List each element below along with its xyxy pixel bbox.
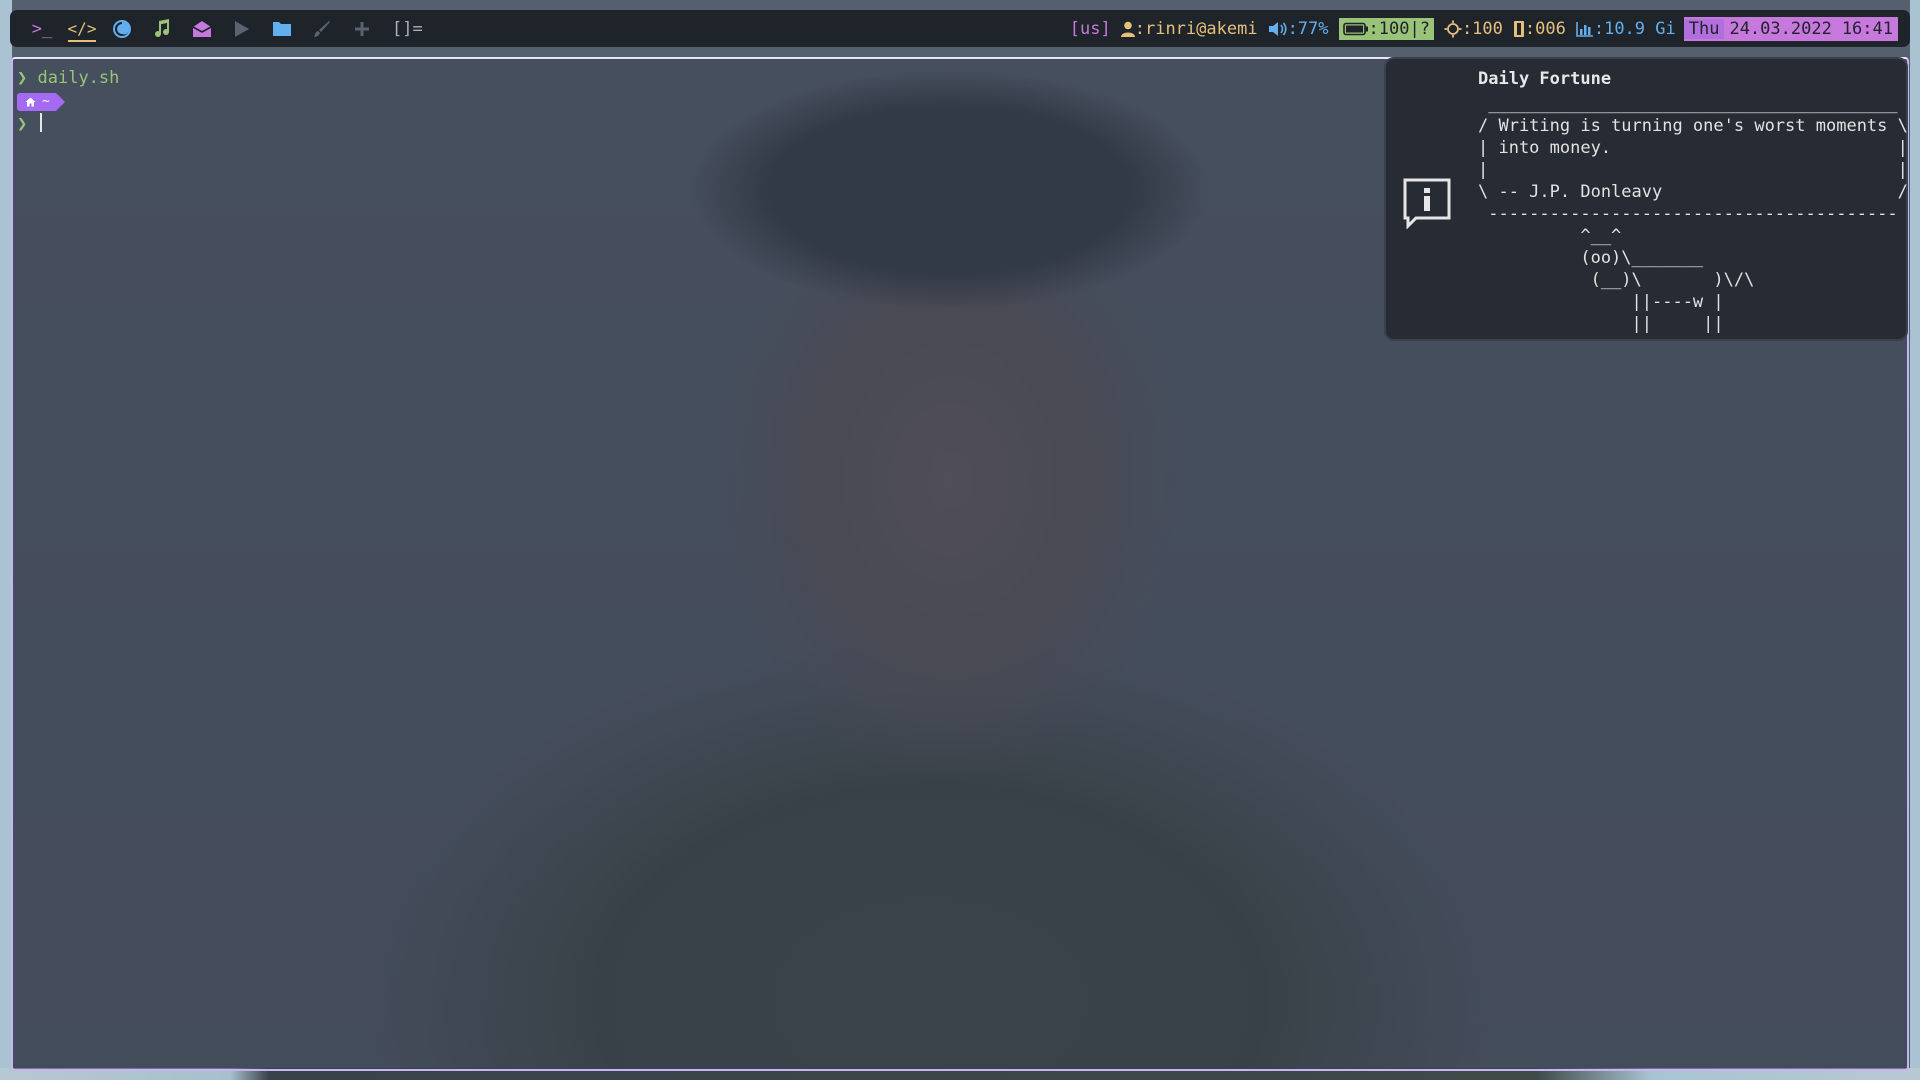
volume-value: :77%	[1287, 18, 1329, 39]
workspace-extra[interactable]	[342, 10, 382, 47]
brightness-icon	[1444, 20, 1462, 37]
plus-icon	[355, 21, 369, 36]
workspace-browser[interactable]	[102, 10, 142, 47]
home-icon	[25, 97, 36, 107]
battery-icon	[1342, 22, 1368, 35]
folder-icon	[273, 22, 291, 36]
disk-value: :10.9 Gi	[1593, 18, 1676, 39]
firefox-icon	[113, 19, 131, 38]
workspace-media[interactable]	[222, 10, 262, 47]
code-icon: </>	[67, 19, 97, 38]
terminal-icon: >_	[31, 18, 53, 39]
terminal-prompt-line[interactable]: ❯	[17, 113, 42, 135]
path-text: ~	[42, 94, 50, 109]
path-badge: ~	[17, 93, 65, 111]
volume-icon	[1268, 21, 1287, 36]
clock-date: 24.03.2022	[1729, 18, 1832, 39]
status-modules: [us] :rinri@akemi :77%:100|?:100:006 …	[1060, 16, 1898, 41]
layout-indicator[interactable]: []=	[392, 19, 423, 39]
clock[interactable]: Thu 24.03.2022 16:41	[1683, 16, 1898, 41]
status-bar: >_ </> []= [us]:rinri@akemi:77%:100|?…	[10, 10, 1910, 47]
info-icon	[1403, 178, 1451, 229]
workspace-terminal[interactable]: >_	[22, 10, 62, 47]
workspace-list: >_ </>	[22, 10, 382, 47]
workspace-mail[interactable]	[182, 10, 222, 47]
memory-value: :006	[1524, 18, 1566, 39]
brush-icon	[314, 20, 330, 37]
terminal-command: daily.sh	[37, 68, 120, 88]
music-note-icon	[155, 18, 170, 37]
workspace-graphics[interactable]	[302, 10, 342, 47]
notification-title: Daily Fortune	[1478, 69, 1612, 89]
battery-indicator: :100|?	[1338, 17, 1434, 40]
user-host: :rinri@akemi	[1134, 18, 1258, 39]
brightness-indicator[interactable]: :100	[1444, 19, 1503, 39]
prompt-chevron: ❯	[17, 114, 28, 134]
desktop: >_ </> []= [us]:rinri@akemi:77%:100|?…	[0, 0, 1920, 1080]
text-cursor	[39, 113, 42, 132]
user-indicator: :rinri@akemi	[1120, 18, 1258, 39]
disk-indicator: :10.9 Gi	[1576, 19, 1676, 39]
notification-body: ________________________________________…	[1478, 94, 1908, 334]
wallpaper-edge	[1910, 0, 1920, 1080]
workspace-files[interactable]	[262, 10, 302, 47]
mail-icon	[192, 20, 212, 37]
workspace-music[interactable]	[142, 10, 182, 47]
workspace-code[interactable]: </>	[62, 10, 102, 47]
terminal-history-line: ❯ daily.sh	[17, 67, 119, 89]
battery-value: :100|?	[1368, 18, 1430, 39]
brightness-value: :100	[1461, 18, 1503, 39]
keyboard-layout[interactable]: [us]	[1070, 19, 1111, 39]
clock-time: 16:41	[1841, 18, 1893, 39]
prompt-chevron: ❯	[17, 68, 28, 88]
clock-day: Thu	[1683, 18, 1725, 39]
memory-indicator: :006	[1513, 19, 1566, 39]
volume-indicator[interactable]: :77%	[1268, 19, 1329, 39]
bar-chart-icon	[1576, 21, 1593, 37]
play-icon	[235, 20, 249, 37]
notification-popup[interactable]: Daily Fortune __________________________…	[1384, 57, 1908, 341]
user-icon	[1120, 21, 1135, 37]
memory-chip-icon	[1513, 20, 1524, 37]
